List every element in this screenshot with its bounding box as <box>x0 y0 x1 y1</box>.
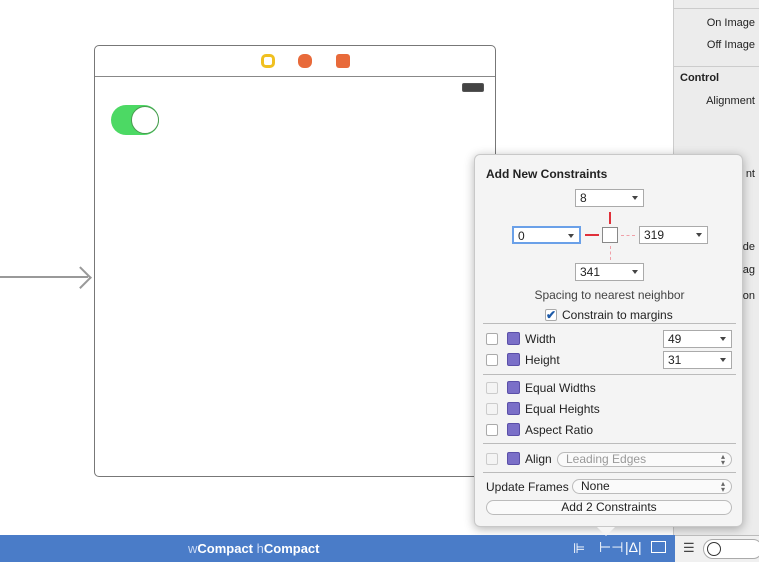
width-value-combo[interactable]: 49 <box>663 330 732 348</box>
width-label: Width <box>525 332 556 346</box>
width-constraint-icon <box>507 332 520 345</box>
divider <box>483 443 736 444</box>
width-size-class: Compact <box>197 541 254 556</box>
on-image-label: On Image <box>706 17 755 29</box>
switch-knob <box>131 106 159 134</box>
width-checkbox[interactable] <box>486 333 498 345</box>
equal-widths-icon <box>507 381 520 394</box>
top-spacing-value: 8 <box>580 191 587 205</box>
control-section-title: Control <box>680 72 720 84</box>
add-constraints-button-label: Add 2 Constraints <box>561 500 657 514</box>
equal-widths-checkbox[interactable] <box>486 382 498 394</box>
align-popup[interactable]: Leading Edges ▴ ▾ <box>557 452 732 467</box>
inspector-label-partial: nt <box>745 168 755 180</box>
popover-pointer <box>597 527 615 536</box>
height-constraint-icon <box>507 353 520 366</box>
inspector-label-partial: on <box>742 290 755 302</box>
update-frames-popup[interactable]: None ▴ ▾ <box>572 479 732 494</box>
off-image-label: Off Image <box>706 39 755 51</box>
list-view-icon[interactable]: ☰ <box>683 540 695 556</box>
first-responder-icon[interactable] <box>298 54 312 68</box>
equal-heights-checkbox[interactable] <box>486 403 498 415</box>
height-value: 31 <box>668 353 682 367</box>
align-icon <box>507 452 520 465</box>
height-prefix: h <box>256 541 264 556</box>
bottom-spacing-combo[interactable]: 341 <box>575 263 644 281</box>
inspector-label-partial: de <box>742 241 755 253</box>
resolve-issues-icon[interactable]: |Δ| <box>625 539 642 555</box>
leading-constraint-strut[interactable] <box>585 234 599 236</box>
bottom-constraint-strut[interactable] <box>610 246 611 260</box>
trailing-constraint-strut[interactable] <box>621 235 635 236</box>
bottom-spacing-value: 341 <box>580 265 601 279</box>
pin-menu-icon[interactable]: ⊢⊣ <box>599 539 623 556</box>
add-constraints-button[interactable]: Add 2 Constraints <box>486 500 732 515</box>
filter-icon <box>707 542 721 556</box>
add-constraints-popover: Add New Constraints 8 0 319 341 Spacing … <box>474 154 743 527</box>
size-class-bar: wCompact hCompact ⊫ ⊢⊣ |Δ| <box>0 527 675 562</box>
align-value: Leading Edges <box>566 452 647 466</box>
align-checkbox[interactable] <box>486 453 498 465</box>
battery-icon <box>462 83 484 92</box>
aspect-ratio-label: Aspect Ratio <box>525 423 594 437</box>
trailing-spacing-combo[interactable]: 319 <box>639 226 708 244</box>
divider <box>483 374 736 375</box>
divider <box>483 323 736 324</box>
constrain-margins-label: Constrain to margins <box>562 308 673 322</box>
leading-spacing-value: 0 <box>518 229 525 243</box>
height-label: Height <box>525 353 560 367</box>
equal-widths-label: Equal Widths <box>525 381 596 395</box>
inspector-bottom-bar: ☰ <box>675 535 759 562</box>
equal-heights-icon <box>507 402 520 415</box>
leading-spacing-combo[interactable]: 0 <box>512 226 581 244</box>
constraint-center-box <box>602 227 618 243</box>
height-checkbox[interactable] <box>486 354 498 366</box>
inspector-label-partial: ag <box>742 264 755 276</box>
aspect-ratio-icon <box>507 423 520 436</box>
popover-title: Add New Constraints <box>486 167 608 181</box>
spacing-label: Spacing to nearest neighbor <box>534 288 685 302</box>
height-value-combo[interactable]: 31 <box>663 351 732 369</box>
view-controller-scene[interactable] <box>94 45 496 477</box>
aspect-ratio-checkbox[interactable] <box>486 424 498 436</box>
top-spacing-combo[interactable]: 8 <box>575 189 644 207</box>
width-prefix: w <box>188 541 198 556</box>
trailing-spacing-value: 319 <box>644 228 665 242</box>
view-controller-icon[interactable] <box>261 54 275 68</box>
align-label: Align <box>525 452 552 466</box>
library-filter-field[interactable] <box>703 539 759 559</box>
top-constraint-strut[interactable] <box>609 212 611 224</box>
alignment-label: Alignment <box>706 95 755 107</box>
align-menu-icon[interactable]: ⊫ <box>573 540 585 557</box>
exit-icon[interactable] <box>336 54 350 68</box>
width-value: 49 <box>668 332 682 346</box>
resizing-behavior-icon[interactable] <box>651 541 666 553</box>
entry-point-arrowhead <box>69 266 92 289</box>
height-size-class: Compact <box>263 541 320 556</box>
divider <box>483 472 736 473</box>
checkbox[interactable]: ✔ <box>545 309 557 321</box>
scene-dock <box>95 46 495 77</box>
equal-heights-label: Equal Heights <box>525 402 600 416</box>
size-class-button[interactable]: wCompact hCompact <box>188 541 320 556</box>
update-frames-value: None <box>581 479 610 493</box>
switch-control[interactable] <box>111 104 160 135</box>
update-frames-label: Update Frames <box>486 480 569 494</box>
